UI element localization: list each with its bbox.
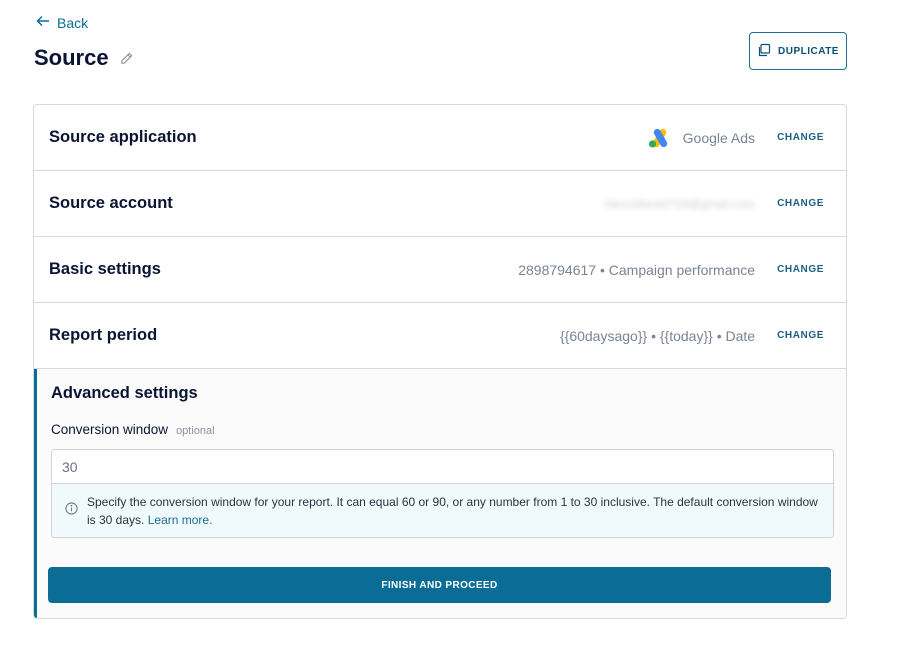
change-source-account-button[interactable]: CHANGE xyxy=(777,198,824,209)
conversion-window-label: Conversion window optional xyxy=(51,422,830,437)
row-value: hiexcellent4719@gmail.com xyxy=(605,197,755,211)
change-report-period-button[interactable]: CHANGE xyxy=(777,330,824,341)
pencil-icon[interactable] xyxy=(119,51,134,66)
hint-body: Specify the conversion window for your r… xyxy=(87,493,821,529)
source-card: Source application Google Ads CHANGE Sou… xyxy=(33,104,847,619)
field-label-text: Conversion window xyxy=(51,422,169,437)
row-label: Report period xyxy=(49,326,158,344)
conversion-window-field: Specify the conversion window for your r… xyxy=(51,449,834,538)
page-title: Source xyxy=(34,45,109,70)
row-label: Source application xyxy=(49,128,197,146)
copy-icon xyxy=(757,43,771,60)
row-label: Source account xyxy=(49,194,173,212)
title-row: Source xyxy=(34,45,134,71)
conversion-window-input-box[interactable] xyxy=(52,450,833,484)
arrow-left-icon xyxy=(35,13,51,32)
advanced-settings-panel: Advanced settings Conversion window opti… xyxy=(34,369,846,618)
row-source-application: Source application Google Ads CHANGE xyxy=(34,105,846,171)
back-link[interactable]: Back xyxy=(35,13,88,32)
finish-and-proceed-button[interactable]: FINISH AND PROCEED xyxy=(48,567,831,603)
google-ads-logo-icon xyxy=(647,127,673,149)
info-icon xyxy=(65,493,78,529)
conversion-window-input[interactable] xyxy=(62,458,823,475)
back-label: Back xyxy=(57,14,89,31)
row-label: Basic settings xyxy=(49,260,161,278)
duplicate-label: DUPLICATE xyxy=(778,45,839,57)
duplicate-button[interactable]: DUPLICATE xyxy=(749,32,847,70)
learn-more-link[interactable]: Learn more. xyxy=(148,513,213,527)
row-basic-settings: Basic settings 2898794617 • Campaign per… xyxy=(34,237,846,303)
advanced-settings-title: Advanced settings xyxy=(51,384,198,402)
row-source-account: Source account hiexcellent4719@gmail.com… xyxy=(34,171,846,237)
change-basic-settings-button[interactable]: CHANGE xyxy=(777,264,824,275)
change-source-application-button[interactable]: CHANGE xyxy=(777,132,824,143)
source-app-name: Google Ads xyxy=(682,129,756,146)
account-email: hiexcellent4719@gmail.com xyxy=(604,196,756,211)
row-value: 2898794617 • Campaign performance xyxy=(518,261,756,278)
row-value: {{60daysago}} • {{today}} • Date xyxy=(559,327,756,344)
row-value: Google Ads xyxy=(647,127,755,149)
optional-tag: optional xyxy=(176,425,215,437)
conversion-window-hint: Specify the conversion window for your r… xyxy=(52,484,833,537)
row-report-period: Report period {{60daysago}} • {{today}} … xyxy=(34,303,846,369)
